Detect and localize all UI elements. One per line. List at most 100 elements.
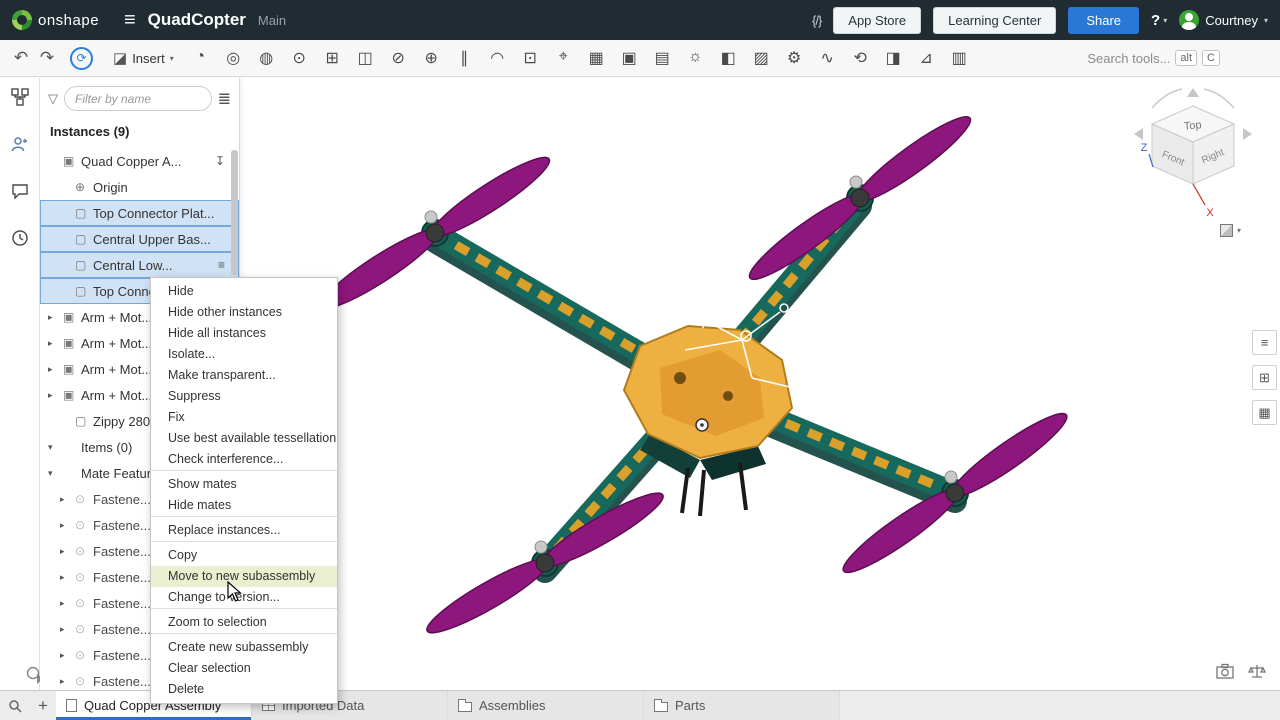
document-tab[interactable]: Parts	[644, 691, 840, 720]
learning-center-button[interactable]: Learning Center	[933, 7, 1056, 34]
tree-scrollbar[interactable]	[231, 150, 238, 275]
propeller[interactable]	[421, 484, 670, 643]
tree-row[interactable]: ⊕ Origin	[40, 174, 239, 200]
display-states-icon[interactable]: ◧	[712, 48, 745, 68]
expand-chevron-icon[interactable]: ▸	[48, 390, 63, 401]
instance-icon: ⊙	[75, 648, 93, 662]
section-view-icon[interactable]: ◨	[877, 48, 910, 68]
context-menu-item[interactable]: Change to version...	[151, 587, 337, 609]
context-menu-item[interactable]: Hide mates	[151, 495, 337, 517]
pin-slot-mate-icon[interactable]: ⊘	[382, 48, 415, 68]
context-menu-item[interactable]: Suppress	[151, 386, 337, 407]
tree-row[interactable]: ▢ Central Low... ≡	[40, 252, 239, 278]
expand-chevron-icon[interactable]: ▸	[60, 494, 75, 505]
context-menu-item[interactable]: Isolate...	[151, 344, 337, 365]
tree-row[interactable]: ▣ Quad Copper A... ↧	[40, 148, 239, 174]
context-menu-item[interactable]: Use best available tessellation	[151, 428, 337, 449]
view-cube-menu[interactable]: ▾	[1220, 224, 1241, 237]
expand-chevron-icon[interactable]: ▸	[60, 676, 75, 687]
view-cube[interactable]: Top Front Right Z X ▾	[1118, 84, 1273, 244]
appearance-icon[interactable]: ▨	[745, 48, 778, 68]
bom-icon[interactable]: ▥	[943, 48, 976, 68]
expand-chevron-icon[interactable]: ▸	[60, 546, 75, 557]
revolute-mate-icon[interactable]: ◎	[217, 48, 250, 68]
tree-row[interactable]: ▢ Central Upper Bas...	[40, 226, 239, 252]
expand-chevron-icon[interactable]: ▸	[60, 650, 75, 661]
filter-icon[interactable]: ▽	[48, 91, 58, 107]
tree-row[interactable]: ▢ Top Connector Plat...	[40, 200, 239, 226]
tab-search-icon[interactable]	[0, 699, 30, 713]
animate-icon[interactable]: ∿	[811, 48, 844, 68]
instance-label: Fastene...	[93, 492, 151, 507]
onshape-logo[interactable]: onshape	[12, 10, 112, 30]
expand-chevron-icon[interactable]: ▸	[48, 364, 63, 375]
scale-icon[interactable]	[1248, 663, 1266, 684]
comment-icon[interactable]	[11, 182, 29, 205]
versions-panel-icon[interactable]: ▦	[1252, 400, 1277, 425]
context-menu-item[interactable]: Hide other instances	[151, 302, 337, 323]
context-menu-item[interactable]: Move to new subassembly	[151, 566, 337, 587]
expand-chevron-icon[interactable]: ▸	[60, 572, 75, 583]
main-menu-icon[interactable]: ≡	[124, 9, 136, 32]
app-store-button[interactable]: App Store	[833, 7, 921, 34]
expand-chevron-icon[interactable]: ▾	[48, 468, 63, 479]
share-button[interactable]: Share	[1068, 7, 1139, 34]
expand-chevron-icon[interactable]: ▸	[60, 520, 75, 531]
context-menu-item[interactable]: Fix	[151, 407, 337, 428]
undo-icon[interactable]: ↶	[8, 48, 34, 68]
redo-icon[interactable]: ↷	[34, 48, 60, 68]
context-menu-item[interactable]: Clear selection	[151, 658, 337, 679]
filter-input[interactable]	[64, 86, 212, 111]
versions-icon[interactable]	[11, 88, 29, 111]
linear-pattern-icon[interactable]: ⊞	[316, 48, 349, 68]
named-positions-icon[interactable]: ◔	[184, 48, 217, 68]
history-icon[interactable]	[11, 229, 29, 252]
search-tools[interactable]: Search tools... alt C	[1087, 50, 1272, 66]
cylindrical-mate-icon[interactable]: ⊙	[283, 48, 316, 68]
parallel-mate-icon[interactable]: ∥	[448, 48, 481, 68]
circular-pattern-icon[interactable]: ▣	[613, 48, 646, 68]
list-view-icon[interactable]: ≣	[218, 89, 231, 109]
group-icon[interactable]: ⊡	[514, 48, 547, 68]
document-tab[interactable]: Assemblies	[448, 691, 644, 720]
expand-chevron-icon[interactable]: ▸	[60, 624, 75, 635]
context-menu-item[interactable]: Show mates	[151, 474, 337, 495]
configuration-panel-icon[interactable]: ⊞	[1252, 365, 1277, 390]
context-menu-item[interactable]: Make transparent...	[151, 365, 337, 386]
expand-chevron-icon[interactable]: ▸	[60, 598, 75, 609]
settings-icon[interactable]: ⚙	[778, 48, 811, 68]
tangent-mate-icon[interactable]: ◠	[481, 48, 514, 68]
api-code-icon[interactable]: {/}	[812, 13, 821, 28]
context-menu-item[interactable]: Hide	[151, 281, 337, 302]
replicate-icon[interactable]: ▦	[580, 48, 613, 68]
expand-chevron-icon[interactable]: ▸	[48, 312, 63, 323]
folder-icon[interactable]: ▤	[646, 48, 679, 68]
measure-icon[interactable]: ⊿	[910, 48, 943, 68]
feature-list-panel-icon[interactable]: ≡	[1252, 330, 1277, 355]
help-menu[interactable]: ? ▾	[1151, 12, 1167, 29]
ball-mate-icon[interactable]: ◍	[250, 48, 283, 68]
expand-chevron-icon[interactable]: ▸	[48, 338, 63, 349]
context-menu-item[interactable]: Check interference...	[151, 449, 337, 471]
expand-chevron-icon[interactable]: ▾	[48, 442, 63, 453]
exploded-view-icon[interactable]: ☼	[679, 48, 712, 68]
view-cube-graphic[interactable]: Top Front Right Z X	[1118, 84, 1268, 224]
context-menu-item[interactable]: Copy	[151, 545, 337, 566]
snapshot-icon[interactable]	[1216, 663, 1234, 684]
add-tab-button[interactable]: +	[30, 696, 56, 716]
insert-button[interactable]: ◪ Insert ▾	[103, 49, 184, 67]
context-menu-item[interactable]: Create new subassembly	[151, 637, 337, 658]
user-menu[interactable]: Courtney ▾	[1179, 10, 1268, 30]
context-menu-item[interactable]: Delete	[151, 679, 337, 700]
update-icon[interactable]: ⟳	[70, 47, 93, 70]
mate-connector-icon[interactable]: ⌖	[547, 48, 580, 68]
fastened-mate-icon[interactable]: ⊕	[415, 48, 448, 68]
planar-mate-icon[interactable]: ◫	[349, 48, 382, 68]
context-menu-item[interactable]: Replace instances...	[151, 520, 337, 542]
follow-mode-icon[interactable]	[11, 135, 29, 158]
propeller[interactable]	[836, 404, 1074, 581]
snapshot-tool-icon[interactable]: ⟲	[844, 48, 877, 68]
propeller[interactable]	[742, 108, 977, 289]
context-menu-item[interactable]: Hide all instances	[151, 323, 337, 344]
context-menu-item[interactable]: Zoom to selection	[151, 612, 337, 634]
